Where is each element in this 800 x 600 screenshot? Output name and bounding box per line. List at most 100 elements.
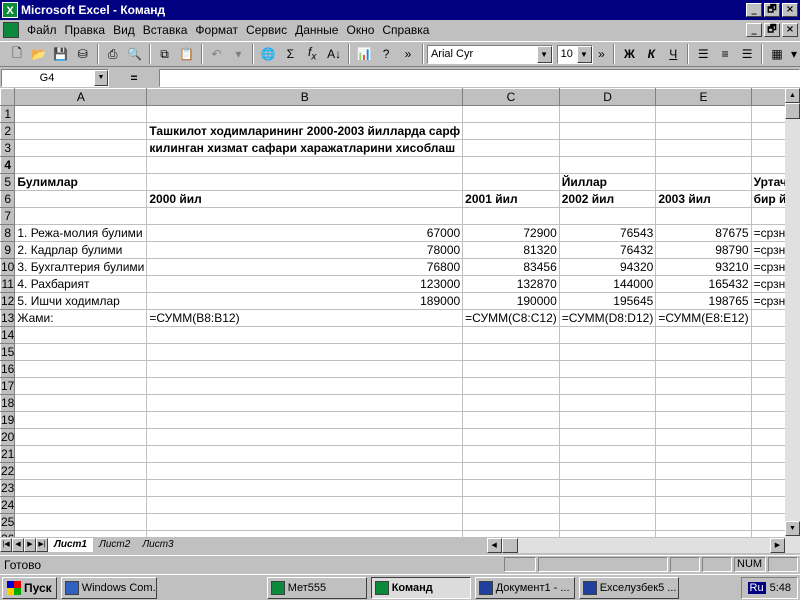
cell-b15[interactable]: [146, 343, 464, 361]
cell-c25[interactable]: [462, 513, 560, 531]
cell-a25[interactable]: [14, 513, 148, 531]
open-folder-icon[interactable]: 📂: [28, 43, 50, 65]
next-sheet-icon[interactable]: ▶: [24, 538, 36, 552]
cell-f15[interactable]: [751, 343, 785, 361]
cell-c3[interactable]: [462, 139, 560, 157]
cell-d18[interactable]: [559, 394, 657, 412]
cell-e21[interactable]: [655, 445, 752, 463]
cell-c9[interactable]: 81320: [462, 241, 560, 259]
borders-dropdown-icon[interactable]: ▾: [788, 43, 800, 65]
column-header[interactable]: D: [558, 88, 657, 106]
cell-a8[interactable]: 1. Режа-молия булими: [14, 224, 148, 242]
cell-f16[interactable]: [751, 360, 785, 378]
tab-sheet1[interactable]: Лист1: [48, 538, 93, 552]
undo-icon[interactable]: ↶: [206, 43, 228, 65]
cell-c19[interactable]: [462, 411, 560, 429]
row-header[interactable]: 4: [0, 156, 16, 174]
italic-button[interactable]: К: [640, 43, 662, 65]
close-button[interactable]: ×: [782, 3, 798, 17]
cell-b17[interactable]: [146, 377, 464, 395]
cell-c12[interactable]: 190000: [462, 292, 560, 310]
sort-ascending-icon[interactable]: A↓: [323, 43, 345, 65]
cell-c21[interactable]: [462, 445, 560, 463]
cell-d16[interactable]: [559, 360, 657, 378]
cell-f25[interactable]: [751, 513, 785, 531]
cell-f4[interactable]: [751, 156, 785, 174]
task-komand[interactable]: Команд: [370, 576, 471, 599]
cell-c10[interactable]: 83456: [462, 258, 560, 276]
cell-f8[interactable]: =срзнач(b8:e8): [751, 224, 785, 242]
print-icon[interactable]: ⎙: [102, 43, 124, 65]
save-icon[interactable]: 💾: [50, 43, 72, 65]
cell-e8[interactable]: 87675: [655, 224, 752, 242]
cell-d5[interactable]: Йиллар: [559, 173, 657, 191]
cell-a19[interactable]: [14, 411, 148, 429]
chevron-down-icon[interactable]: ▼: [536, 45, 552, 63]
cell-d10[interactable]: 94320: [559, 258, 657, 276]
cell-a21[interactable]: [14, 445, 148, 463]
cell-c17[interactable]: [462, 377, 560, 395]
cell-d14[interactable]: [559, 326, 657, 344]
cell-f14[interactable]: [751, 326, 785, 344]
column-header[interactable]: B: [146, 88, 464, 106]
menu-tools[interactable]: Сервис: [242, 23, 291, 37]
cell-a3[interactable]: [14, 139, 148, 157]
underline-button[interactable]: Ч: [662, 43, 684, 65]
cell-c24[interactable]: [462, 496, 560, 514]
cell-e19[interactable]: [655, 411, 752, 429]
cell-a16[interactable]: [14, 360, 148, 378]
cell-d6[interactable]: 2002 йил: [559, 190, 657, 208]
cell-f11[interactable]: =срзнач(b11:e11): [751, 275, 785, 293]
cell-a22[interactable]: [14, 462, 148, 480]
function-icon[interactable]: fx: [301, 43, 323, 65]
row-header[interactable]: 14: [0, 326, 16, 344]
row-header[interactable]: 11: [0, 275, 16, 293]
task-windows-commander[interactable]: Windows Com...: [60, 576, 157, 599]
row-header[interactable]: 12: [0, 292, 16, 310]
scroll-left-icon[interactable]: ◀: [486, 537, 502, 553]
row-header[interactable]: 21: [0, 445, 16, 463]
cell-f3[interactable]: [751, 139, 785, 157]
cell-e24[interactable]: [655, 496, 752, 514]
cell-f24[interactable]: [751, 496, 785, 514]
row-header[interactable]: 2: [0, 122, 16, 140]
cell-e13[interactable]: =СУММ(E8:E12): [655, 309, 752, 327]
cell-c23[interactable]: [462, 479, 560, 497]
row-header[interactable]: 24: [0, 496, 16, 514]
cell-f22[interactable]: [751, 462, 785, 480]
cell-f1[interactable]: [751, 105, 785, 123]
more-options-icon[interactable]: »: [593, 43, 611, 65]
toolbar-options-icon[interactable]: »: [397, 43, 419, 65]
chevron-down-icon[interactable]: ▼: [94, 70, 108, 86]
chevron-down-icon[interactable]: ▼: [576, 45, 592, 63]
row-header[interactable]: 20: [0, 428, 16, 446]
cell-f10[interactable]: =срзнач(b10:e10): [751, 258, 785, 276]
worksheet-grid[interactable]: ABCDEFGH12Ташкилот ходимларининг 2000-20…: [0, 88, 785, 537]
first-sheet-icon[interactable]: |◀: [0, 538, 12, 552]
cell-f9[interactable]: =срзнач(b9:e9): [751, 241, 785, 259]
row-header[interactable]: 15: [0, 343, 16, 361]
cell-a1[interactable]: [14, 105, 148, 123]
row-header[interactable]: 6: [0, 190, 16, 208]
font-name-select[interactable]: Arial Cyr ▼: [426, 44, 553, 64]
cell-a12[interactable]: 5. Ишчи ходимлар: [14, 292, 148, 310]
permission-icon[interactable]: ⛁: [72, 43, 94, 65]
cell-b14[interactable]: [146, 326, 464, 344]
horizontal-scrollbar[interactable]: ◀ ▶: [486, 537, 785, 553]
row-header[interactable]: 13: [0, 309, 16, 327]
cell-b22[interactable]: [146, 462, 464, 480]
cell-b7[interactable]: [146, 207, 464, 225]
cell-a9[interactable]: 2. Кадрлар булими: [14, 241, 148, 259]
cell-e20[interactable]: [655, 428, 752, 446]
align-center-icon[interactable]: ≡: [714, 43, 736, 65]
cell-e18[interactable]: [655, 394, 752, 412]
cell-e1[interactable]: [655, 105, 752, 123]
cell-e15[interactable]: [655, 343, 752, 361]
cell-a2[interactable]: [14, 122, 148, 140]
cell-c14[interactable]: [462, 326, 560, 344]
cell-a5[interactable]: Булимлар: [14, 173, 148, 191]
autosum-icon[interactable]: Σ: [279, 43, 301, 65]
cell-a4[interactable]: [14, 156, 148, 174]
cell-a23[interactable]: [14, 479, 148, 497]
cell-b11[interactable]: 123000: [146, 275, 464, 293]
